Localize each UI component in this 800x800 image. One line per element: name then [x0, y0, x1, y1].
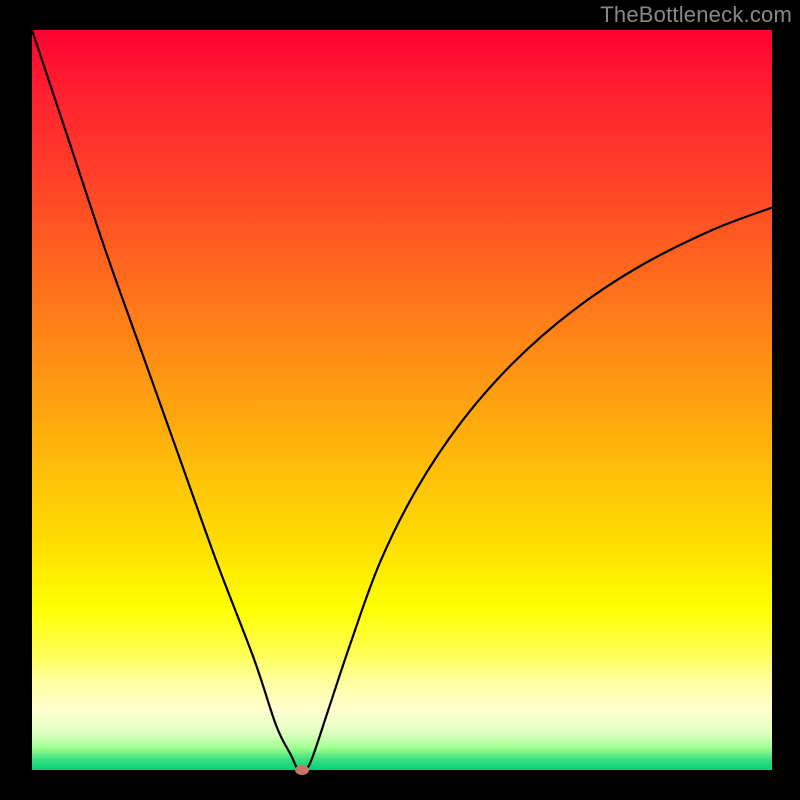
curve-svg-container: [32, 30, 772, 770]
optimal-point-marker: [295, 765, 309, 775]
bottleneck-curve-line: [32, 30, 772, 770]
watermark-text: TheBottleneck.com: [600, 2, 792, 28]
chart-plot-area: [32, 30, 772, 770]
